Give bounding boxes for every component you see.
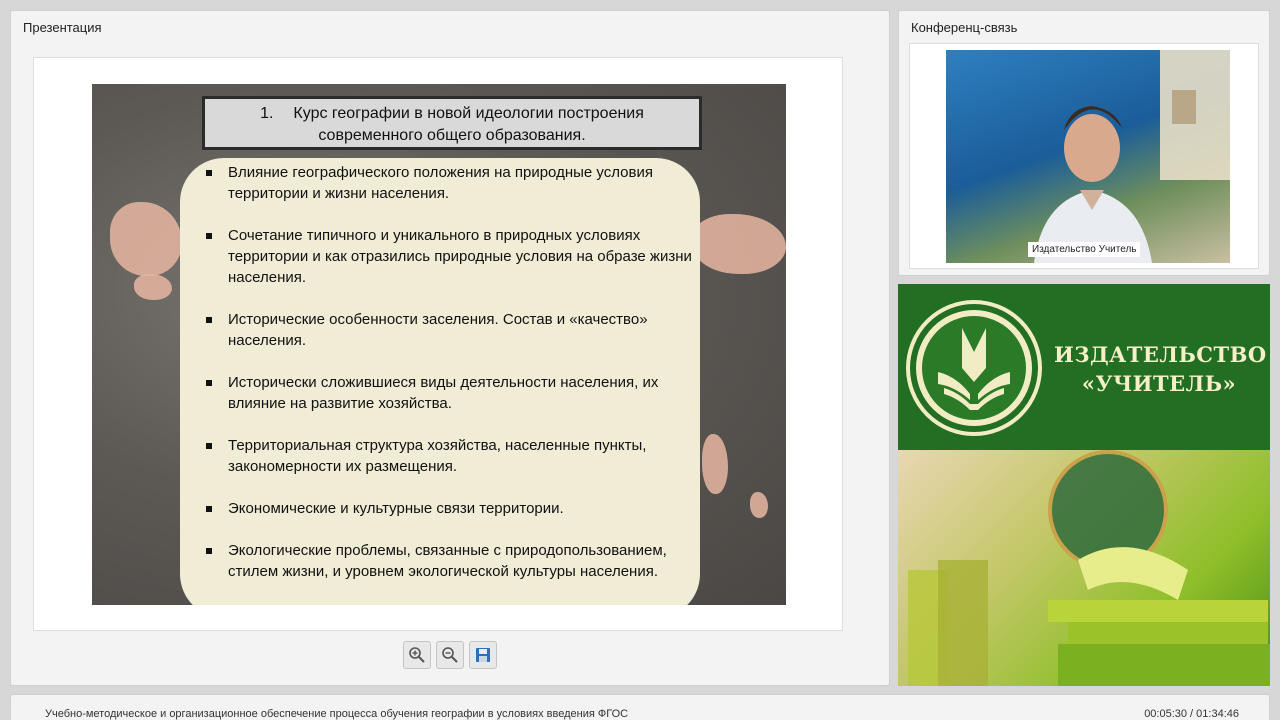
publisher-name-line2: «УЧИТЕЛЬ» [1081, 371, 1237, 396]
slide-title: 1. Курс географии в новой идеологии постр… [202, 96, 702, 150]
slide-bullet: Исторически сложившиеся виды деятельност… [202, 372, 692, 414]
presentation-panel: Презентация 1. Курс географии в новой иде… [10, 10, 890, 686]
slide-bullet: Сочетание типичного и уникального в прир… [202, 225, 692, 288]
publisher-logo-area: ИЗДАТЕЛЬСТВО «УЧИТЕЛЬ» [898, 284, 1270, 450]
map-shape [750, 492, 768, 518]
map-shape [110, 202, 182, 276]
publisher-name-line1: ИЗДАТЕЛЬСТВО [1054, 342, 1267, 367]
zoom-in-icon [409, 647, 425, 663]
save-icon [476, 648, 490, 662]
slide-title-line1: Курс географии в новой идеологии построе… [293, 105, 644, 122]
slide-bullet: Влияние географического положения на при… [202, 162, 692, 204]
slide-bullet: Территориальная структура хозяйства, нас… [202, 435, 692, 477]
publisher-banner: ИЗДАТЕЛЬСТВО «УЧИТЕЛЬ» [898, 284, 1270, 686]
slide-bullet: Экологические проблемы, связанные с прир… [202, 540, 692, 582]
slide-bullet: Экономические и культурные связи террито… [202, 498, 692, 519]
books-globe-illustration [908, 450, 1270, 686]
video-frame: Издательство Учитель [909, 43, 1259, 269]
time-display: 00:05:30 / 01:34:46 [1144, 708, 1239, 720]
speaker-label: Издательство Учитель [1028, 242, 1141, 257]
zoom-out-icon [442, 647, 458, 663]
zoom-out-button[interactable] [436, 641, 464, 669]
presentation-panel-title: Презентация [23, 20, 102, 35]
slide-bullet-list: Влияние географического положения на при… [202, 162, 692, 603]
speaker-figure [1034, 50, 1230, 263]
publisher-logo [906, 300, 1042, 436]
slide-title-line2: современного общего образования. [318, 127, 586, 144]
slide-bullet: Исторические особенности заселения. Сост… [202, 309, 692, 351]
conference-panel-title: Конференц-связь [911, 20, 1018, 35]
player-bottom-bar: Учебно-методическое и организационное об… [10, 694, 1270, 720]
slide-title-number: 1. [260, 105, 274, 122]
lecture-title: Учебно-методическое и организационное об… [45, 708, 629, 720]
map-shape [134, 274, 172, 300]
save-button[interactable] [469, 641, 497, 669]
slide-frame: 1. Курс географии в новой идеологии постр… [33, 57, 843, 631]
slide: 1. Курс географии в новой идеологии постр… [92, 84, 786, 605]
speaker-video: Издательство Учитель [946, 50, 1230, 263]
publisher-name: ИЗДАТЕЛЬСТВО «УЧИТЕЛЬ» [1054, 340, 1267, 398]
books-globe-image [898, 450, 1270, 686]
map-shape [702, 434, 728, 494]
conference-panel: Конференц-связь Издательство Учитель [898, 10, 1270, 276]
map-shape [692, 214, 786, 274]
zoom-in-button[interactable] [403, 641, 431, 669]
